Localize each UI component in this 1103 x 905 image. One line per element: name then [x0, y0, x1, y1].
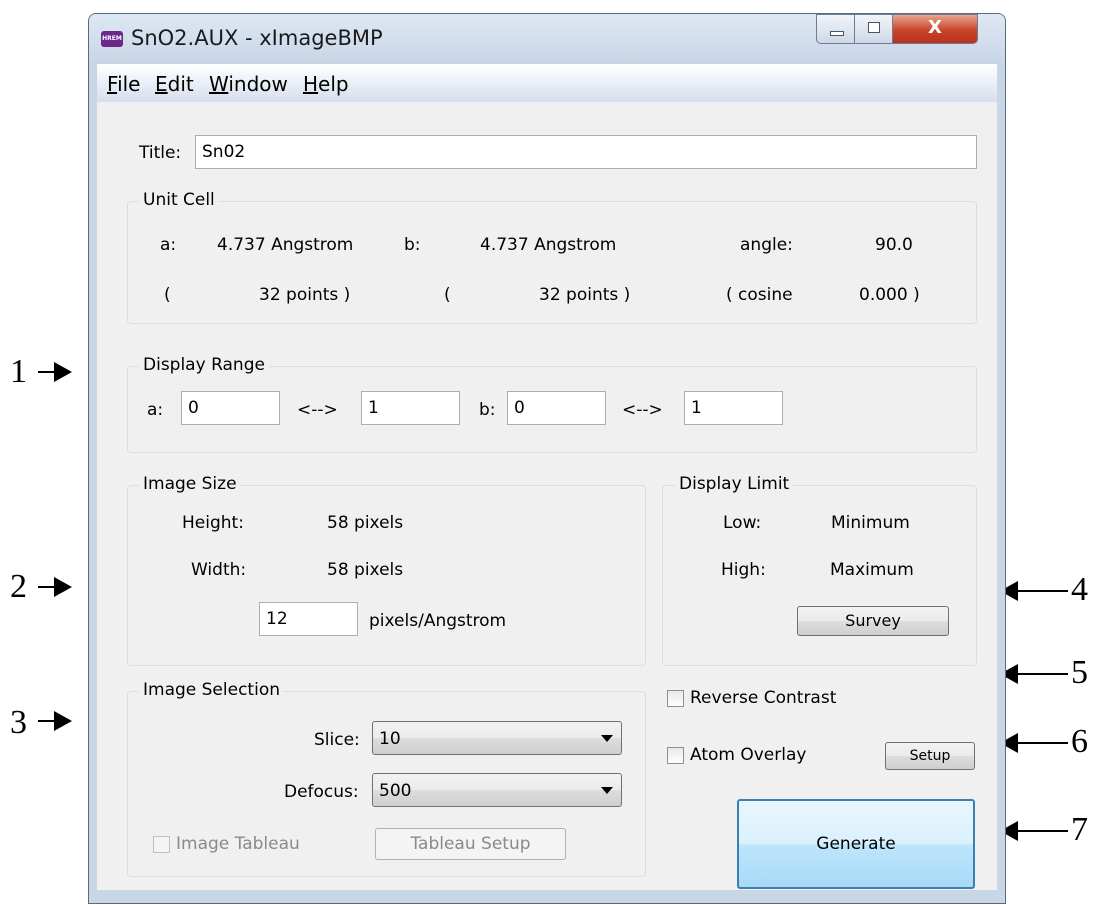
- unit-cell-a-label: a:: [160, 235, 177, 255]
- callout-1: 1: [10, 353, 27, 390]
- callout-3-arrow: [38, 711, 72, 731]
- unit-cell-cosine-value: 0.000 ): [859, 285, 920, 305]
- range-a-label: a:: [147, 400, 164, 420]
- survey-button[interactable]: Survey: [797, 606, 949, 636]
- unit-cell-a-open-paren: (: [164, 285, 171, 305]
- atom-overlay-label: Atom Overlay: [690, 745, 807, 765]
- menu-window[interactable]: Window: [209, 72, 288, 96]
- chevron-down-icon: [601, 735, 613, 742]
- menu-help-label: elp: [318, 72, 349, 96]
- defocus-select[interactable]: 500: [372, 773, 622, 807]
- callout-2-arrow: [38, 577, 72, 597]
- slice-label: Slice:: [314, 730, 360, 750]
- menu-file-label: ile: [117, 72, 141, 96]
- menu-help-accel: H: [303, 72, 319, 96]
- callout-6-arrow: [1000, 733, 1068, 753]
- limit-low-label: Low:: [723, 513, 762, 533]
- menu-window-label: indow: [228, 72, 288, 96]
- title-bar[interactable]: HREM SnO2.AUX - xImageBMP X: [89, 14, 1005, 64]
- menu-file-accel: F: [107, 72, 118, 96]
- defocus-label: Defocus:: [284, 782, 359, 802]
- image-size-title: Image Size: [139, 474, 241, 494]
- callout-7-arrow: [1000, 821, 1068, 841]
- callout-4: 4: [1071, 571, 1088, 608]
- menu-window-accel: W: [209, 72, 229, 96]
- image-selection-title: Image Selection: [139, 680, 284, 700]
- maximize-icon: [868, 22, 880, 33]
- scale-unit-label: pixels/Angstrom: [369, 611, 507, 631]
- close-icon: X: [928, 17, 942, 38]
- unit-cell-angle-label: angle:: [740, 235, 793, 255]
- callout-6: 6: [1071, 723, 1088, 760]
- image-width-label: Width:: [191, 560, 247, 580]
- unit-cell-title: Unit Cell: [139, 190, 219, 210]
- limit-high-label: High:: [721, 560, 766, 580]
- callout-5-arrow: [1000, 664, 1068, 684]
- image-height-label: Height:: [182, 513, 244, 533]
- tableau-setup-button[interactable]: Tableau Setup: [375, 828, 566, 860]
- unit-cell-b-points: 32 points ): [539, 285, 631, 305]
- generate-button[interactable]: Generate: [737, 799, 975, 889]
- unit-cell-angle-value: 90.0: [875, 235, 913, 255]
- range-b-to-input[interactable]: 1: [684, 391, 783, 425]
- window-title: SnO2.AUX - xImageBMP: [131, 26, 383, 50]
- unit-cell-b-open-paren: (: [444, 285, 451, 305]
- close-button[interactable]: X: [892, 14, 978, 44]
- defocus-select-value: 500: [379, 781, 412, 801]
- range-b-from-input[interactable]: 0: [507, 391, 606, 425]
- range-b-arrow: <-->: [622, 400, 663, 420]
- unit-cell-a-value: 4.737 Angstrom: [217, 235, 354, 255]
- callout-4-arrow: [1000, 581, 1068, 601]
- maximize-button[interactable]: [854, 14, 894, 44]
- range-a-to-input[interactable]: 1: [361, 391, 460, 425]
- menu-help[interactable]: Help: [303, 72, 349, 96]
- callout-5: 5: [1071, 654, 1088, 691]
- reverse-contrast-checkbox[interactable]: [667, 690, 684, 707]
- setup-button[interactable]: Setup: [885, 742, 975, 770]
- scale-input[interactable]: 12: [259, 602, 358, 636]
- callout-1-arrow: [38, 362, 72, 382]
- slice-select-value: 10: [379, 729, 401, 749]
- image-height-value: 58 pixels: [327, 513, 404, 533]
- limit-low-value: Minimum: [831, 513, 910, 533]
- limit-high-value: Maximum: [830, 560, 914, 580]
- callout-2: 2: [10, 568, 27, 605]
- client-area: Title: Sn02 Unit Cell a: 4.737 Angstrom …: [97, 102, 997, 890]
- menu-edit-accel: E: [155, 72, 168, 96]
- image-width-value: 58 pixels: [327, 560, 404, 580]
- atom-overlay-checkbox[interactable]: [667, 747, 684, 764]
- range-a-arrow: <-->: [297, 400, 338, 420]
- menu-edit-label: dit: [167, 72, 194, 96]
- unit-cell-b-label: b:: [404, 235, 421, 255]
- image-tableau-label: Image Tableau: [176, 834, 300, 854]
- minimize-icon: [830, 31, 844, 36]
- unit-cell-cosine-label: ( cosine: [726, 285, 793, 305]
- unit-cell-group: [127, 201, 977, 324]
- menu-file[interactable]: File: [107, 72, 140, 96]
- callout-3: 3: [10, 704, 27, 741]
- title-input[interactable]: Sn02: [195, 135, 977, 169]
- app-icon[interactable]: HREM: [101, 31, 123, 47]
- title-label: Title:: [139, 143, 182, 163]
- chevron-down-icon: [601, 787, 613, 794]
- menu-edit[interactable]: Edit: [155, 72, 194, 96]
- menu-bar: File Edit Window Help: [97, 64, 997, 102]
- range-b-label: b:: [479, 400, 496, 420]
- range-a-from-input[interactable]: 0: [181, 391, 280, 425]
- callout-7: 7: [1071, 811, 1088, 848]
- unit-cell-b-value: 4.737 Angstrom: [480, 235, 617, 255]
- display-limit-group: [662, 485, 977, 666]
- app-window: HREM SnO2.AUX - xImageBMP X File Edit Wi…: [88, 13, 1006, 904]
- display-limit-title: Display Limit: [675, 474, 794, 494]
- image-tableau-checkbox[interactable]: [153, 836, 170, 853]
- minimize-button[interactable]: [816, 14, 856, 44]
- unit-cell-a-points: 32 points ): [259, 285, 351, 305]
- reverse-contrast-label: Reverse Contrast: [690, 688, 837, 708]
- slice-select[interactable]: 10: [372, 721, 622, 755]
- display-range-title: Display Range: [139, 355, 269, 375]
